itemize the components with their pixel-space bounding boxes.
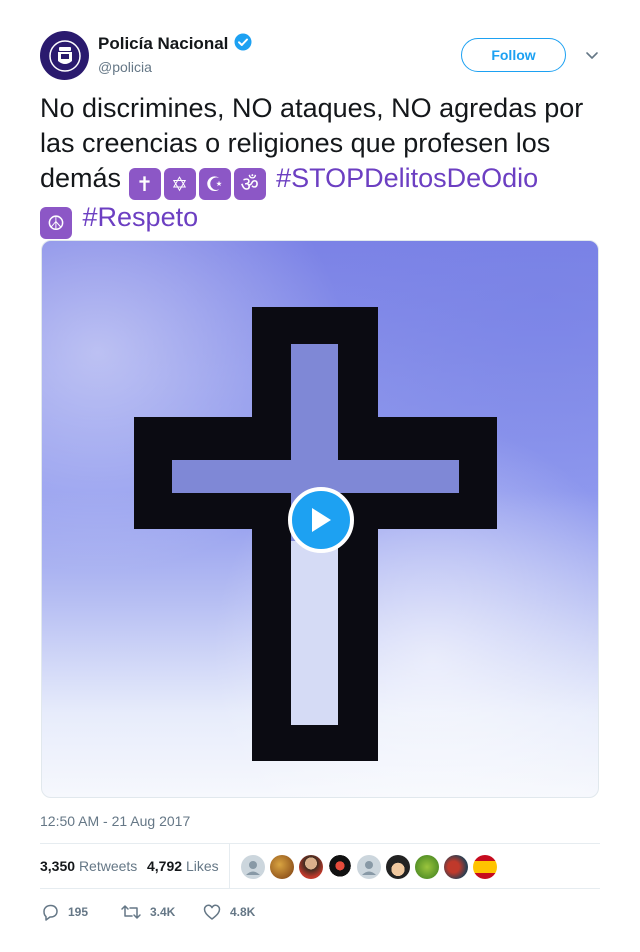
account-name-text[interactable]: Policía Nacional (98, 34, 228, 53)
om-emoji-icon: ॐ (233, 168, 266, 200)
liker-avatar[interactable] (241, 855, 265, 879)
account-handle[interactable]: @policia (98, 59, 152, 75)
follow-button[interactable]: Follow (461, 38, 566, 72)
hashtag-stop-delitos-de-odio[interactable]: #STOPDelitosDeOdio (276, 163, 538, 193)
liker-avatar[interactable] (386, 855, 410, 879)
liker-avatar[interactable] (270, 855, 294, 879)
account-name[interactable]: Policía Nacional (98, 33, 252, 56)
star-and-crescent-emoji-icon: ☪ (198, 168, 231, 200)
play-button[interactable] (288, 487, 354, 553)
like-count: 4.8K (230, 905, 256, 919)
retweet-icon (121, 905, 141, 919)
reply-count: 195 (68, 905, 89, 919)
play-icon (312, 508, 331, 532)
like-button[interactable]: 4.8K (202, 902, 255, 922)
account-avatar[interactable] (40, 31, 89, 80)
retweets-count: 3,350 (40, 858, 76, 874)
retweets-label: Retweets (78, 858, 138, 874)
liker-avatar[interactable] (357, 855, 381, 879)
liker-avatar[interactable] (299, 855, 323, 879)
likes-count: 4,792 (147, 858, 183, 874)
police-badge-icon (48, 39, 81, 72)
liker-avatars (241, 855, 502, 879)
likes-label: Likes (185, 858, 219, 874)
star-of-david-emoji-icon: ✡ (163, 168, 196, 200)
divider (40, 843, 600, 844)
heart-icon (203, 904, 221, 920)
peace-symbol-emoji-icon: ☮ (40, 207, 72, 239)
verified-badge-icon (234, 33, 252, 56)
divider (40, 888, 600, 889)
liker-avatar[interactable] (328, 855, 352, 879)
retweet-button[interactable]: 3.4K (120, 902, 175, 922)
latin-cross-emoji-icon: ✝ (128, 168, 161, 200)
likes-stat[interactable]: 4,792 Likes (147, 858, 219, 874)
tweet-timestamp[interactable]: 12:50 AM - 21 Aug 2017 (40, 813, 190, 829)
tweet-text: No discrimines, NO ataques, NO agredas p… (40, 91, 610, 239)
liker-avatar[interactable] (415, 855, 439, 879)
retweets-stat[interactable]: 3,350 Retweets (40, 858, 137, 874)
divider (229, 844, 230, 888)
video-player[interactable] (41, 240, 599, 798)
retweet-count: 3.4K (150, 905, 176, 919)
chevron-down-icon[interactable] (584, 47, 600, 63)
reply-icon (43, 904, 58, 921)
liker-avatar[interactable] (444, 855, 468, 879)
liker-avatar[interactable] (473, 855, 497, 879)
hashtag-respeto[interactable]: #Respeto (83, 202, 199, 232)
reply-button[interactable]: 195 (40, 902, 88, 922)
